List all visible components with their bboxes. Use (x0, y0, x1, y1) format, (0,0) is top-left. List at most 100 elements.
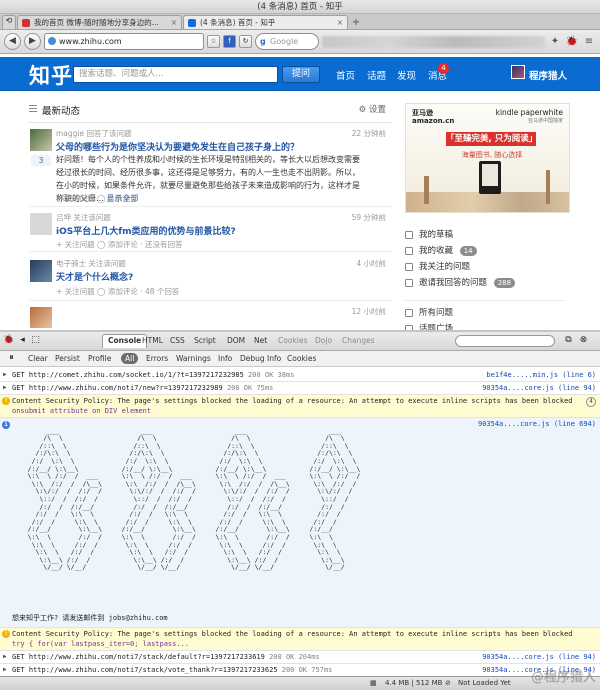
zhihu-header: 知乎 搜索话题、问题或人... 提问 首页 话题 发现 消息 4 程序猎人 (0, 57, 600, 91)
tab-script[interactable]: Script (194, 336, 216, 345)
filter-all-button[interactable]: All (121, 353, 139, 364)
console-toolbar: ⏸ Clear Persist Profile All Errors Warni… (0, 351, 600, 367)
repeat-count: 4 (586, 397, 596, 407)
list-item: 吕坤 关注该问题 59 分钟前 iOS平台上几大fm类应用的优势与前景比较? +… (28, 207, 392, 252)
clear-button[interactable]: Clear (28, 354, 48, 363)
addon-toolbar-icon[interactable]: ✦ (548, 35, 562, 49)
tab-dojo[interactable]: Dojo (315, 336, 332, 345)
ask-button[interactable]: 提问 (282, 66, 320, 83)
username[interactable]: 程序猎人 (529, 68, 567, 82)
sidebar-item-collections[interactable]: 我的收藏 14 (405, 243, 565, 259)
firebug-bug-icon[interactable]: 🐞 (3, 335, 14, 346)
firebug-icon[interactable]: 🐞 (565, 35, 579, 49)
back-button[interactable]: ◀ (4, 33, 21, 50)
filter-warnings-button[interactable]: Warnings (176, 354, 211, 363)
feed: 最新动态 ⚙ 设置 maggie 回答了该问题 22 分钟前 父母的哪些行为是你… (28, 91, 392, 328)
tab-weibo[interactable]: 我的首页 微博-随时随地分享身边的... × (17, 15, 182, 29)
zhihu-favicon-icon (188, 19, 196, 27)
vote-count[interactable]: 3 (31, 155, 51, 166)
expand-icon[interactable]: ▶ (3, 653, 7, 660)
feed-item-actions[interactable]: + 关注问题 ◯ 添加评论 · 48 个回答 (56, 286, 179, 297)
avatar[interactable] (30, 260, 52, 282)
source-link[interactable]: 90354a....core.js (line 694) (478, 420, 596, 428)
firebug-search-input[interactable] (455, 335, 555, 347)
watermark: @程序猎人 (530, 670, 596, 685)
globe-icon (48, 37, 56, 45)
console-row[interactable]: ▶ GET http://www.zhihu.com/noti7/new?r=1… (0, 382, 600, 395)
tab-html[interactable]: HTML (142, 336, 163, 345)
search-engine-box[interactable]: g Google (255, 33, 319, 50)
tab-zhihu[interactable]: (4 条消息) 首页 - 知乎 × (183, 15, 348, 29)
blurred-bookmarks (322, 35, 545, 48)
feed-item-question[interactable]: 天才是个什么概念? (56, 270, 133, 283)
sidebar-item-all-questions[interactable]: 所有问题 (405, 305, 565, 321)
nav-explore[interactable]: 发现 (397, 68, 416, 82)
tab-dom[interactable]: DOM (227, 336, 245, 345)
console-info: i 90354a....core.js (line 694) ___ ___ _… (0, 418, 600, 628)
ad-tower-icon (546, 170, 550, 204)
filter-errors-button[interactable]: Errors (146, 354, 168, 363)
url-bar[interactable]: www.zhihu.com (44, 33, 204, 50)
avatar[interactable] (30, 213, 52, 235)
addon-icon[interactable]: f (223, 35, 236, 48)
new-tab-button[interactable]: + (349, 17, 363, 29)
back-arrow-icon[interactable]: ◂ (17, 335, 28, 346)
feed-settings-button[interactable]: ⚙ 设置 (359, 103, 386, 115)
ad-tower-icon (424, 176, 429, 204)
zhihu-search-input[interactable]: 搜索话题、问题或人... (73, 66, 278, 83)
avatar[interactable] (30, 307, 52, 328)
console-warning: ! Content Security Policy: The page's se… (0, 628, 600, 651)
source-link[interactable]: 90354a....core.js (line 94) (482, 384, 596, 392)
inspect-icon[interactable]: ⬚ (30, 335, 41, 346)
zhihu-logo[interactable]: 知乎 (29, 60, 73, 90)
app-tab-icon[interactable]: ⟲ (2, 15, 16, 29)
tab-net[interactable]: Net (254, 336, 267, 345)
close-icon[interactable]: × (337, 16, 343, 29)
message-badge: 4 (438, 63, 449, 74)
feed-item-time: 59 分钟前 (351, 213, 386, 222)
pause-icon[interactable]: ⏸ (6, 353, 17, 364)
nav-topics[interactable]: 话题 (367, 68, 386, 82)
request-status: 200 OK 204ms (269, 653, 320, 661)
speed-icon: ▦ (370, 679, 377, 687)
expand-icon[interactable]: ▶ (3, 371, 7, 378)
console-warning: ! Content Security Policy: The page's se… (0, 395, 600, 418)
filter-debug-button[interactable]: Debug Info (240, 354, 281, 363)
feed-item-actions[interactable]: + 关注问题 ◯ 4 条评论 (56, 193, 138, 204)
menu-icon[interactable]: ≡ (582, 35, 596, 49)
persist-button[interactable]: Persist (55, 354, 80, 363)
close-icon[interactable]: × (171, 16, 177, 29)
filter-info-button[interactable]: Info (218, 354, 232, 363)
tab-cookies[interactable]: Cookies (278, 336, 307, 345)
console-row[interactable]: ▶ GET http://www.zhihu.com/noti7/stack/d… (0, 651, 600, 664)
expand-icon[interactable]: ▶ (3, 384, 7, 391)
feed-item-question[interactable]: iOS平台上几大fm类应用的优势与前景比较? (56, 224, 236, 237)
amazon-kindle-ad[interactable]: 亚马逊 amazon.cn kindle paperwhite 亚马逊中国独家 「… (405, 103, 570, 213)
sidebar-item-invitations[interactable]: 邀请我回答的问题 288 (405, 275, 565, 291)
tab-changes[interactable]: Changes (342, 336, 375, 345)
avatar[interactable] (30, 129, 52, 151)
source-link[interactable]: 90354a....core.js (line 94) (482, 653, 596, 661)
feed-item-question[interactable]: 父母的哪些行为是你坚决认为要避免发生在自己孩子身上的？ (56, 140, 299, 153)
forward-button[interactable]: ▶ (24, 33, 41, 50)
ad-slogan: 「至臻完美, 只为阅读」 (446, 132, 538, 146)
filter-cookies-button[interactable]: Cookies (287, 354, 316, 363)
expand-icon[interactable]: ▶ (3, 666, 7, 673)
feed-item-meta: 吕坤 关注该问题 (56, 213, 111, 222)
reload-icon[interactable]: ↻ (239, 35, 252, 48)
detach-icon[interactable]: ⧉ (563, 335, 574, 346)
sidebar-menu: 我的草稿 我的收藏 14 我关注的问题 邀请我回答的问题 288 所有问题 话题… (405, 227, 565, 337)
feed-item-meta: 电子骑士 关注该问题 (56, 259, 126, 268)
nav-home[interactable]: 首页 (336, 68, 355, 82)
tab-css[interactable]: CSS (170, 336, 185, 345)
sidebar-item-followed-questions[interactable]: 我关注的问题 (405, 259, 565, 275)
source-link[interactable]: be1f4e.....min.js (line 6) (486, 371, 596, 379)
tab-console[interactable]: Console (102, 334, 148, 348)
console-row[interactable]: ▶ GET http://comet.zhihu.com/socket.io/1… (0, 369, 600, 382)
profile-button[interactable]: Profile (88, 354, 111, 363)
sidebar-item-drafts[interactable]: 我的草稿 (405, 227, 565, 243)
bookmark-star-icon[interactable]: ☆ (207, 35, 220, 48)
avatar[interactable] (511, 65, 525, 79)
close-icon[interactable]: ⊗ (578, 335, 589, 346)
feed-item-actions[interactable]: + 关注问题 ◯ 添加评论 · 还没有回答 (56, 239, 182, 250)
